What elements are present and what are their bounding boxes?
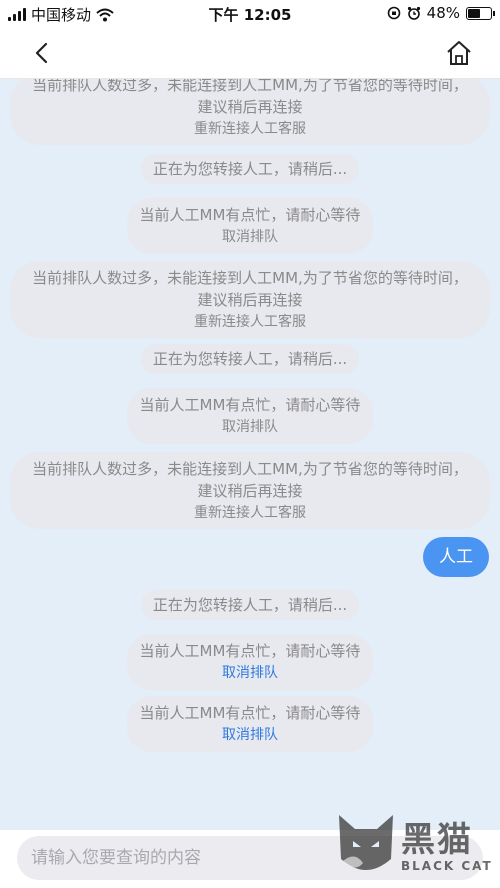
cancel-queue-link[interactable]: 取消排队 — [135, 662, 365, 684]
message-text: 当前人工MM有点忙，请耐心等待 — [139, 206, 361, 224]
reconnect-agent-link[interactable]: 重新连接人工客服 — [26, 502, 474, 524]
status-bar: 中国移动 下午 12:05 48% — [0, 0, 500, 26]
reconnect-agent-link[interactable]: 重新连接人工客服 — [26, 118, 474, 140]
chevron-left-icon — [35, 42, 48, 64]
home-button[interactable] — [442, 36, 476, 70]
battery-percent: 48% — [426, 4, 460, 22]
system-message-agent-busy: 当前人工MM有点忙，请耐心等待 取消排队 — [127, 696, 373, 752]
message-text: 当前人工MM有点忙，请耐心等待 — [139, 704, 361, 722]
nav-bar — [0, 26, 500, 79]
message-text: 当前排队人数过多，未能连接到人工MM,为了节省您的等待时间，建议稍后再连接 — [32, 460, 468, 500]
watermark-en: BLACK CAT — [401, 859, 493, 873]
chat-area[interactable]: 当前排队人数过多，未能连接到人工MM,为了节省您的等待时间，建议稍后再连接 重新… — [0, 79, 500, 830]
black-cat-logo-icon — [339, 815, 393, 870]
system-message-transferring: 正在为您转接人工，请稍后... — [141, 154, 359, 184]
message-text: 当前排队人数过多，未能连接到人工MM,为了节省您的等待时间，建议稍后再连接 — [32, 269, 468, 309]
back-button[interactable] — [24, 36, 58, 70]
battery-icon — [466, 6, 495, 20]
message-text: 当前人工MM有点忙，请耐心等待 — [139, 642, 361, 660]
message-text: 当前人工MM有点忙，请耐心等待 — [139, 396, 361, 414]
status-right: 48% — [387, 4, 495, 22]
cancel-queue-link[interactable]: 取消排队 — [135, 226, 365, 248]
system-message-transferring: 正在为您转接人工，请稍后... — [141, 590, 359, 620]
home-icon — [447, 41, 471, 65]
system-message-agent-busy: 当前人工MM有点忙，请耐心等待 取消排队 — [127, 634, 373, 690]
user-message-bubble: 人工 — [423, 537, 489, 577]
cancel-queue-link[interactable]: 取消排队 — [135, 416, 365, 438]
system-message-queue-full: 当前排队人数过多，未能连接到人工MM,为了节省您的等待时间，建议稍后再连接 重新… — [10, 79, 490, 145]
cancel-queue-link[interactable]: 取消排队 — [135, 724, 365, 746]
system-message-queue-full: 当前排队人数过多，未能连接到人工MM,为了节省您的等待时间，建议稍后再连接 重新… — [10, 452, 490, 529]
system-message-agent-busy: 当前人工MM有点忙，请耐心等待 取消排队 — [127, 388, 373, 444]
system-message-transferring: 正在为您转接人工，请稍后... — [141, 344, 359, 374]
black-cat-watermark: 黑猫 BLACK CAT — [335, 806, 500, 888]
system-message-queue-full: 当前排队人数过多，未能连接到人工MM,为了节省您的等待时间，建议稍后再连接 重新… — [10, 261, 490, 338]
reconnect-agent-link[interactable]: 重新连接人工客服 — [26, 311, 474, 333]
alarm-icon — [407, 6, 420, 20]
system-message-agent-busy: 当前人工MM有点忙，请耐心等待 取消排队 — [127, 198, 373, 254]
orientation-lock-icon — [387, 6, 400, 20]
message-text: 当前排队人数过多，未能连接到人工MM,为了节省您的等待时间，建议稍后再连接 — [32, 79, 468, 116]
watermark-cn: 黑猫 — [401, 820, 473, 860]
